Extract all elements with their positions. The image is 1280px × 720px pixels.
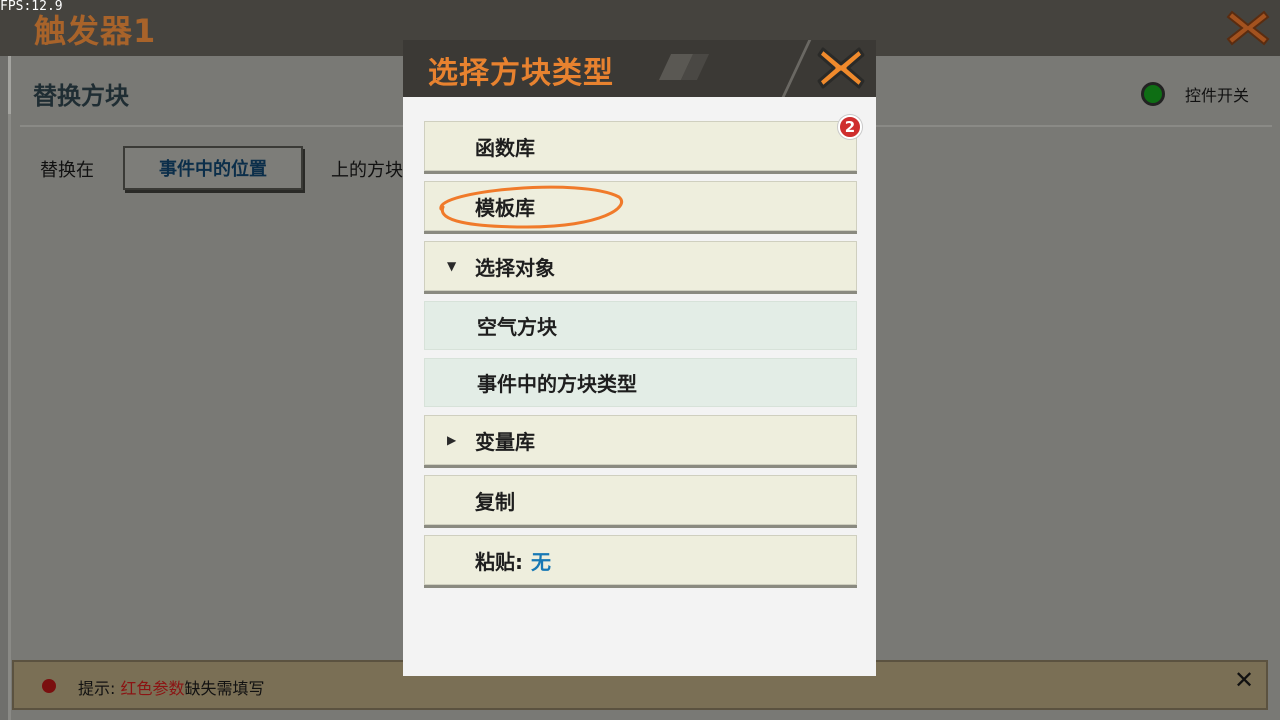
paste-label: 粘贴: bbox=[475, 549, 523, 574]
menu-item-paste[interactable]: 粘贴: 无 bbox=[424, 535, 857, 585]
window-title: 触发器1 bbox=[34, 12, 157, 50]
menu-subitem-event-block-type[interactable]: 事件中的方块类型 bbox=[424, 358, 857, 407]
event-position-button[interactable]: 事件中的位置 bbox=[123, 146, 303, 190]
notification-badge: 2 bbox=[838, 115, 862, 139]
replace-label: 替换在 bbox=[40, 160, 94, 181]
hint-suffix: 缺失需填写 bbox=[184, 679, 265, 698]
menu-item-label: 函数库 bbox=[475, 135, 535, 160]
header-stripe-decor bbox=[781, 40, 812, 97]
menu-item-label: 事件中的方块类型 bbox=[477, 372, 637, 396]
menu-item-select-object[interactable]: ▼ 选择对象 bbox=[424, 241, 857, 291]
on-block-label: 上的方块 bbox=[331, 160, 403, 181]
paste-value: 无 bbox=[531, 549, 551, 574]
control-toggle-label: 控件开关 bbox=[1185, 86, 1250, 105]
menu-item-label: 复制 bbox=[475, 489, 515, 514]
dialog-title: 选择方块类型 bbox=[428, 56, 614, 91]
expand-down-icon: ▼ bbox=[447, 259, 457, 273]
panel-accent-bar bbox=[8, 56, 11, 114]
menu-item-label: 粘贴: 无 bbox=[475, 546, 551, 575]
menu-item-label: 变量库 bbox=[475, 429, 535, 454]
window-close-icon[interactable] bbox=[1226, 8, 1270, 48]
hint-red-params: 红色参数 bbox=[120, 679, 185, 698]
menu-item-copy[interactable]: 复制 bbox=[424, 475, 857, 525]
hint-dot-icon bbox=[42, 679, 56, 693]
menu-subitem-air-block[interactable]: 空气方块 bbox=[424, 301, 857, 350]
menu-item-function-library[interactable]: 函数库 bbox=[424, 121, 857, 171]
dialog-close-icon[interactable] bbox=[816, 44, 866, 92]
menu-item-label: 选择对象 bbox=[475, 255, 555, 280]
menu-item-variable-library[interactable]: ▶ 变量库 bbox=[424, 415, 857, 465]
hint-text: 提示: 红色参数缺失需填写 bbox=[78, 675, 265, 699]
hint-close-icon[interactable]: ✕ bbox=[1231, 667, 1257, 693]
control-toggle[interactable] bbox=[1141, 82, 1165, 106]
panel-title: 替换方块 bbox=[33, 82, 129, 110]
expand-right-icon: ▶ bbox=[447, 433, 457, 447]
annotation-ellipse bbox=[439, 185, 623, 229]
menu-item-label: 空气方块 bbox=[477, 315, 557, 339]
hint-prefix: 提示: bbox=[78, 679, 116, 698]
